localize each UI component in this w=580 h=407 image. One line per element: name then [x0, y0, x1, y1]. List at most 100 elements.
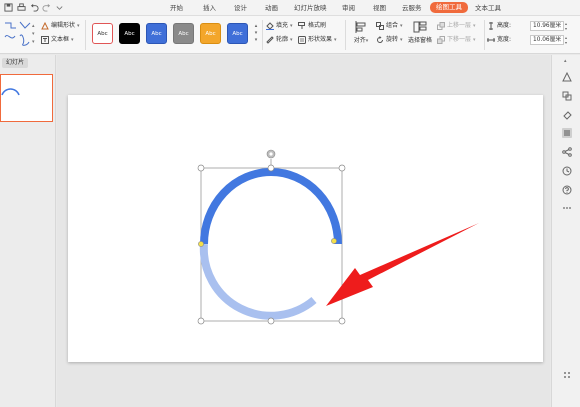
height-icon [487, 22, 495, 30]
selection-pane-button[interactable]: 选择窗格 [405, 20, 435, 44]
share-icon[interactable] [562, 147, 572, 157]
style-swatch-black[interactable]: Abc [119, 23, 140, 44]
style-swatch-blue[interactable]: Abc [227, 23, 248, 44]
send-backward-button[interactable]: 下移一层 ▾ [437, 35, 476, 45]
tab-insert[interactable]: 插入 [203, 3, 216, 14]
expand-gallery-icon[interactable]: ▾ [253, 37, 259, 44]
properties-icon[interactable] [562, 128, 572, 138]
style-swatch-white[interactable]: Abc [92, 23, 113, 44]
shape-gallery-scroll[interactable]: ▴ ▾ ▾ [32, 22, 36, 46]
fill-button[interactable]: 填充 ▾ [266, 21, 293, 31]
slide-drawing [197, 149, 479, 325]
format-painter-icon [298, 22, 306, 30]
height-stepper[interactable]: ▴ ▾ [565, 21, 570, 31]
style-swatch-label: Abc [232, 31, 243, 37]
print-icon[interactable] [17, 3, 26, 12]
chevron-up-icon[interactable]: ▴ [253, 23, 259, 30]
style-swatch-label: Abc [97, 31, 108, 37]
align-button[interactable]: 对齐▾ [348, 20, 374, 44]
width-input[interactable]: 10.06厘米 [530, 35, 564, 45]
rotate-icon [376, 36, 384, 44]
more-dots-icon[interactable] [562, 203, 572, 213]
width-field-label: 宽度: [487, 35, 511, 45]
tab-start[interactable]: 开始 [170, 3, 183, 14]
outline-label: 轮廓 [276, 36, 289, 43]
shape-effect-label: 形状效果 [308, 36, 333, 43]
arrow-pointer-icon [326, 223, 479, 306]
shape-effect-button[interactable]: 形状效果 ▾ [298, 35, 337, 45]
handle-top-right [338, 164, 346, 172]
rotate-button[interactable]: 旋转 ▾ [376, 35, 403, 45]
fill-label: 填充 [276, 22, 289, 29]
chevron-down-icon[interactable]: ▾ [253, 30, 259, 37]
style-swatch-label: Abc [151, 31, 162, 37]
canvas-area [57, 55, 550, 407]
thumbnail-arc [1, 88, 20, 96]
slide-thumbnail[interactable] [0, 74, 53, 122]
style-swatch-gray[interactable]: Abc [173, 23, 194, 44]
handle-bottom-right [338, 317, 346, 325]
help-icon[interactable] [562, 185, 572, 195]
slide[interactable] [68, 95, 543, 362]
tab-bar: 开始 插入 设计 动画 幻灯片放映 审阅 视图 云服务 绘图工具 文本工具 [0, 0, 580, 16]
shapes-icon[interactable] [562, 91, 572, 101]
selection-pane-icon [413, 20, 427, 34]
group-label: 组合 [386, 22, 399, 29]
outline-button[interactable]: 轮廓 ▾ [266, 35, 293, 45]
tab-slideshow[interactable]: 幻灯片放映 [294, 3, 327, 14]
arc-top [200, 168, 342, 245]
tab-review[interactable]: 审阅 [342, 3, 355, 14]
rotate-label: 旋转 [386, 36, 399, 43]
slides-tab[interactable]: 幻灯片 [2, 58, 29, 68]
height-field-label: 高度: [487, 21, 511, 31]
shape-line-icon [4, 21, 31, 46]
clear-icon[interactable] [562, 110, 572, 120]
width-stepper[interactable]: ▴ ▾ [565, 35, 570, 45]
text-box-icon [41, 36, 49, 44]
tab-view[interactable]: 视图 [373, 3, 386, 14]
bring-forward-icon [437, 22, 445, 30]
resize-handles [197, 164, 346, 325]
width-icon [487, 36, 495, 44]
format-painter-label: 格式刷 [308, 22, 327, 29]
align-icon [354, 20, 368, 34]
align-label: 对齐 [353, 37, 366, 44]
style-swatch-label: Abc [205, 31, 216, 37]
grid-icon[interactable] [562, 370, 572, 380]
history-icon[interactable] [562, 166, 572, 176]
shape-effect-icon [298, 36, 306, 44]
group-icon [376, 22, 384, 30]
shape-gallery[interactable] [3, 20, 33, 48]
tab-design[interactable]: 设计 [234, 3, 247, 14]
fill-icon [266, 22, 274, 30]
tab-drawing-tools[interactable]: 绘图工具 [430, 2, 468, 13]
style-gallery-scroll[interactable]: ▴ ▾ ▾ [253, 23, 259, 44]
handle-top-left [197, 164, 205, 172]
send-backward-label: 下移一层 [447, 36, 472, 43]
edit-shape-icon [41, 22, 49, 30]
text-box-button[interactable]: 文本框 ▾ [41, 35, 74, 45]
edit-shape-button[interactable]: 编辑形状 ▾ [41, 21, 80, 31]
arrow-up-icon[interactable]: ▴ [564, 58, 567, 64]
height-input[interactable]: 10.96厘米 [530, 21, 564, 31]
width-label: 宽度: [497, 36, 512, 43]
group-button[interactable]: 组合 ▾ [376, 21, 403, 31]
more-icon[interactable] [55, 3, 64, 12]
text-box-label: 文本框 [51, 36, 70, 43]
redo-icon[interactable] [42, 3, 51, 12]
style-swatch-orange[interactable]: Abc [200, 23, 221, 44]
adjust-handle-right [331, 238, 337, 244]
edit-shape-label: 编辑形状 [51, 22, 76, 29]
tab-text-tools[interactable]: 文本工具 [475, 3, 501, 14]
bring-forward-button[interactable]: 上移一层 ▾ [437, 21, 476, 31]
save-icon[interactable] [4, 3, 13, 12]
tab-cloud[interactable]: 云服务 [402, 3, 422, 14]
undo-icon[interactable] [30, 3, 39, 12]
shape-icon[interactable] [562, 72, 572, 82]
arc-bottom [199, 243, 317, 320]
style-swatch-label: Abc [124, 31, 135, 37]
app-window: 开始 插入 设计 动画 幻灯片放映 审阅 视图 云服务 绘图工具 文本工具 ▴ ▾… [0, 0, 580, 407]
format-painter-button[interactable]: 格式刷 [298, 21, 326, 31]
tab-animation[interactable]: 动画 [265, 3, 278, 14]
style-swatch-blue-selected[interactable]: Abc [146, 23, 167, 44]
